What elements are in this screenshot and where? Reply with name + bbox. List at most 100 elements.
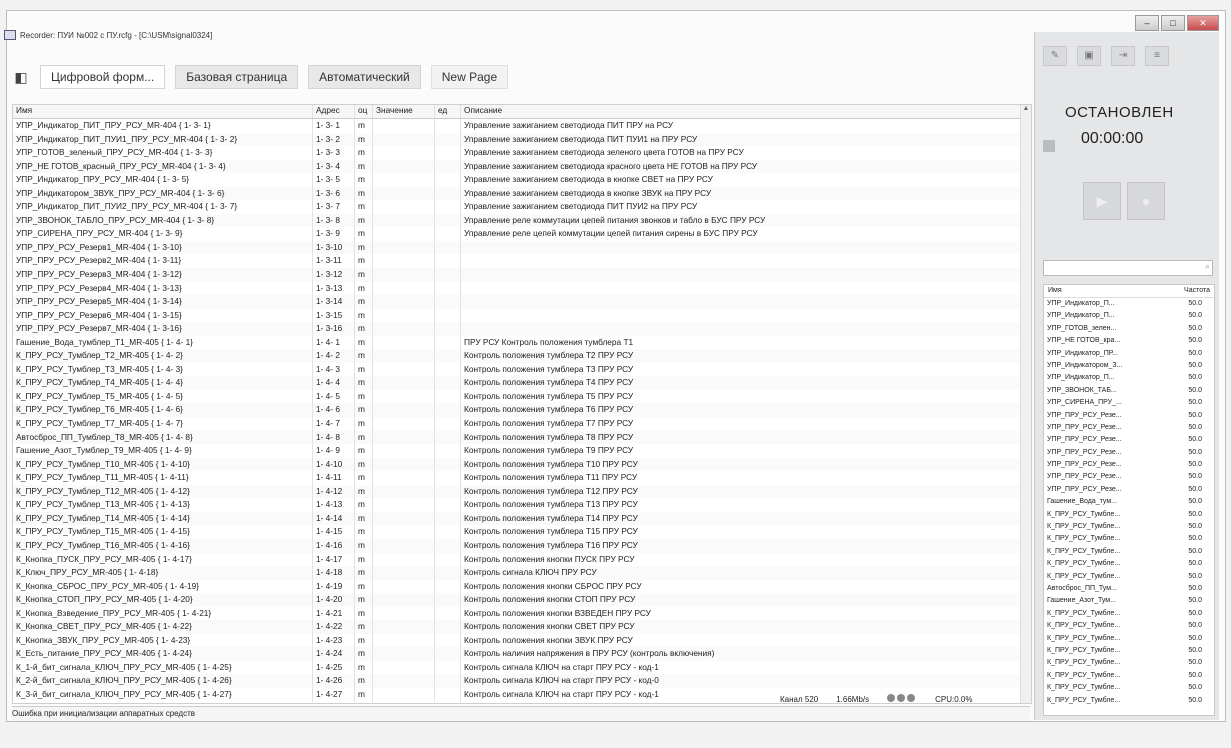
table-row[interactable]: УПР_ПРУ_РСУ_Резерв5_MR-404 { 1- 3-14} 1- … (13, 295, 1031, 309)
record-button[interactable]: ● (1127, 182, 1165, 220)
table-row[interactable]: К_2-й_бит_сигнала_КЛЮЧ_ПРУ_РСУ_MR-405 { … (13, 674, 1031, 688)
table-row[interactable]: К_Кнопка_СБРОС_ПРУ_РСУ_MR-405 { 1- 4-19}… (13, 579, 1031, 594)
list-item[interactable]: К_ПРУ_РСУ_Тумбле... 50.0 (1044, 695, 1214, 707)
list-item[interactable]: К_ПРУ_РСУ_Тумбле... 50.0 (1044, 633, 1214, 645)
list-item[interactable]: УПР_ЗВОНОК_ТАБ... 50.0 (1044, 385, 1214, 397)
list-item[interactable]: К_ПРУ_РСУ_Тумбле... 50.0 (1044, 670, 1214, 682)
tab-automatic[interactable]: Автоматический (308, 65, 421, 89)
list-item[interactable]: К_ПРУ_РСУ_Тумбле... 50.0 (1044, 620, 1214, 632)
table-row[interactable]: УПР_Индикатор_ПИТ_ПУИ1_ПРУ_РСУ_MR-404 { … (13, 132, 1031, 147)
close-button[interactable]: ✕ (1187, 15, 1219, 31)
list-item[interactable]: Автосброс_ПП_Тум... 50.0 (1044, 583, 1214, 595)
list-item[interactable]: К_ПРУ_РСУ_Тумбле... 50.0 (1044, 608, 1214, 620)
table-row[interactable]: УПР_Индикатором_ЗВУК_ПРУ_РСУ_MR-404 { 1-… (13, 186, 1031, 201)
list-item[interactable]: К_ПРУ_РСУ_Тумбле... 50.0 (1044, 645, 1214, 657)
list-item[interactable]: К_ПРУ_РСУ_Тумбле... 50.0 (1044, 533, 1214, 545)
list-item[interactable]: УПР_ПРУ_РСУ_Резе... 50.0 (1044, 484, 1214, 496)
table-row[interactable]: К_ПРУ_РСУ_Тумблер_Т6_MR-405 { 1- 4- 6} 1-… (13, 403, 1031, 418)
list-item[interactable]: УПР_Индикатор_П... 50.0 (1044, 310, 1214, 322)
list-item[interactable]: К_ПРУ_РСУ_Тумбле... 50.0 (1044, 521, 1214, 533)
menu-icon[interactable]: ≡ (1145, 46, 1169, 66)
list-item[interactable]: УПР_Индикатор_ПР... 50.0 (1044, 348, 1214, 360)
list-item[interactable]: УПР_ГОТОВ_зелен... 50.0 (1044, 323, 1214, 335)
table-row[interactable]: УПР_ПРУ_РСУ_Резерв1_MR-404 { 1- 3-10} 1- … (13, 240, 1031, 255)
channel-list[interactable]: Имя Частота УПР_Индикатор_П... 50.0 УПР_Ин… (1043, 284, 1215, 716)
column-description-header[interactable]: Описание (461, 105, 1031, 118)
tab-digital-format[interactable]: Цифровой форм... (40, 65, 166, 89)
tab-new-page[interactable]: New Page (430, 65, 509, 89)
vertical-scrollbar[interactable]: ▲ (1020, 105, 1031, 703)
column-oc-header[interactable]: оц (355, 105, 373, 118)
table-row[interactable]: К_ПРУ_РСУ_Тумблер_Т16_MR-405 { 1- 4-16} 1… (13, 538, 1031, 553)
table-row[interactable]: УПР_Индикатор_ПИТ_ПУИ2_ПРУ_РСУ_MR-404 { … (13, 200, 1031, 214)
table-row[interactable]: К_ПРУ_РСУ_Тумблер_Т11_MR-405 { 1- 4-11} 1… (13, 471, 1031, 485)
table-row[interactable]: К_ПРУ_РСУ_Тумблер_Т12_MR-405 { 1- 4-12} 1… (13, 484, 1031, 499)
scroll-up-icon[interactable]: ▲ (1021, 105, 1031, 112)
list-item[interactable]: УПР_Индикатором_З... 50.0 (1044, 360, 1214, 372)
table-row[interactable]: УПР_НЕ ГОТОВ_красный_ПРУ_РСУ_MR-404 { 1-… (13, 159, 1031, 174)
column-name-header[interactable]: Имя (13, 105, 313, 118)
list-item[interactable]: Гашение_Вода_тум... 50.0 (1044, 496, 1214, 508)
list-item[interactable]: К_ПРУ_РСУ_Тумбле... 50.0 (1044, 682, 1214, 694)
table-row[interactable]: К_ПРУ_РСУ_Тумблер_Т2_MR-405 { 1- 4- 2} 1-… (13, 349, 1031, 363)
list-item[interactable]: УПР_ПРУ_РСУ_Резе... 50.0 (1044, 447, 1214, 459)
table-row[interactable]: К_ПРУ_РСУ_Тумблер_Т13_MR-405 { 1- 4-13} 1… (13, 498, 1031, 512)
table-row[interactable]: К_1-й_бит_сигнала_КЛЮЧ_ПРУ_РСУ_MR-405 { … (13, 660, 1031, 675)
channel-name-header[interactable]: Имя (1048, 285, 1062, 297)
table-row[interactable]: Автосброс_ПП_Тумблер_Т8_MR-405 { 1- 4- 8… (13, 430, 1031, 445)
list-item[interactable]: К_ПРУ_РСУ_Тумбле... 50.0 (1044, 657, 1214, 669)
list-item[interactable]: Гашение_Азот_Тум... 50.0 (1044, 595, 1214, 607)
table-row[interactable]: К_Кнопка_ЗВУК_ПРУ_РСУ_MR-405 { 1- 4-23} 1… (13, 633, 1031, 648)
channel-search-input[interactable]: ⌕ (1043, 260, 1213, 276)
column-address-header[interactable]: Адрес (313, 105, 355, 118)
table-row[interactable]: УПР_СИРЕНА_ПРУ_РСУ_MR-404 { 1- 3- 9} 1- 3… (13, 227, 1031, 241)
minimize-button[interactable]: – (1135, 15, 1159, 31)
table-row[interactable]: УПР_Индикатор_ПИТ_ПРУ_РСУ_MR-404 { 1- 3-… (13, 119, 1031, 133)
table-row[interactable]: К_Кнопка_Взведение_ПРУ_РСУ_MR-405 { 1- 4… (13, 606, 1031, 621)
table-row[interactable]: К_ПРУ_РСУ_Тумблер_Т10_MR-405 { 1- 4-10} 1… (13, 457, 1031, 472)
list-item[interactable]: УПР_ПРУ_РСУ_Резе... 50.0 (1044, 434, 1214, 446)
list-item[interactable]: УПР_Индикатор_П... 50.0 (1044, 298, 1214, 310)
list-item[interactable]: К_ПРУ_РСУ_Тумбле... 50.0 (1044, 558, 1214, 570)
list-item[interactable]: УПР_Индикатор_П... 50.0 (1044, 372, 1214, 384)
column-unit-header[interactable]: ед (435, 105, 461, 118)
table-row[interactable]: УПР_ПРУ_РСУ_Резерв2_MR-404 { 1- 3-11} 1- … (13, 254, 1031, 269)
table-row[interactable]: УПР_ЗВОНОК_ТАБЛО_ПРУ_РСУ_MR-404 { 1- 3- … (13, 213, 1031, 228)
maximize-button[interactable]: □ (1161, 15, 1185, 31)
table-row[interactable]: УПР_ПРУ_РСУ_Резерв3_MR-404 { 1- 3-12} 1- … (13, 268, 1031, 282)
table-row[interactable]: Гашение_Вода_тумблер_Т1_MR-405 { 1- 4- 1… (13, 335, 1031, 350)
save-icon[interactable]: ▣ (1077, 46, 1101, 66)
list-item[interactable]: УПР_ПРУ_РСУ_Резе... 50.0 (1044, 422, 1214, 434)
export-icon[interactable]: ⇥ (1111, 46, 1135, 66)
column-value-header[interactable]: Значение (373, 105, 435, 118)
list-item[interactable]: УПР_СИРЕНА_ПРУ_... 50.0 (1044, 397, 1214, 409)
table-row[interactable]: К_ПРУ_РСУ_Тумблер_Т15_MR-405 { 1- 4-15} 1… (13, 525, 1031, 539)
table-row[interactable]: К_ПРУ_РСУ_Тумблер_Т4_MR-405 { 1- 4- 4} 1-… (13, 376, 1031, 390)
table-row[interactable]: К_ПРУ_РСУ_Тумблер_Т14_MR-405 { 1- 4-14} 1… (13, 511, 1031, 526)
table-row[interactable]: К_Кнопка_СТОП_ПРУ_РСУ_MR-405 { 1- 4-20} 1… (13, 593, 1031, 607)
table-row[interactable]: К_ПРУ_РСУ_Тумблер_Т7_MR-405 { 1- 4- 7} 1-… (13, 417, 1031, 431)
table-row[interactable]: Гашение_Азот_Тумблер_Т9_MR-405 { 1- 4- 9… (13, 444, 1031, 458)
play-button[interactable]: ▶ (1083, 182, 1121, 220)
table-row[interactable]: УПР_ГОТОВ_зеленый_ПРУ_РСУ_MR-404 { 1- 3-… (13, 146, 1031, 160)
table-row[interactable]: К_Есть_питание_ПРУ_РСУ_MR-405 { 1- 4-24}… (13, 647, 1031, 661)
settings-icon[interactable]: ✎ (1043, 46, 1067, 66)
list-item[interactable]: УПР_ПРУ_РСУ_Резе... 50.0 (1044, 471, 1214, 483)
list-item[interactable]: УПР_ПРУ_РСУ_Резе... 50.0 (1044, 410, 1214, 422)
table-row[interactable]: К_ПРУ_РСУ_Тумблер_Т3_MR-405 { 1- 4- 3} 1-… (13, 362, 1031, 377)
channel-rate-header[interactable]: Частота (1184, 285, 1210, 297)
tab-base-page[interactable]: Базовая страница (175, 65, 299, 89)
table-row[interactable]: К_Ключ_ПРУ_РСУ_MR-405 { 1- 4-18} 1- 4-18 m… (13, 566, 1031, 580)
list-item[interactable]: К_ПРУ_РСУ_Тумбле... 50.0 (1044, 571, 1214, 583)
table-row[interactable]: УПР_ПРУ_РСУ_Резерв7_MR-404 { 1- 3-16} 1- … (13, 322, 1031, 336)
list-item[interactable]: К_ПРУ_РСУ_Тумбле... 50.0 (1044, 509, 1214, 521)
signal-table[interactable]: Имя Адрес оц Значение ед Описание УПР_Ин… (12, 104, 1032, 704)
list-item[interactable]: УПР_ПРУ_РСУ_Резе... 50.0 (1044, 459, 1214, 471)
table-row[interactable]: УПР_ПРУ_РСУ_Резерв4_MR-404 { 1- 3-13} 1- … (13, 281, 1031, 296)
table-row[interactable]: К_Кнопка_СВЕТ_ПРУ_РСУ_MR-405 { 1- 4-22} 1… (13, 620, 1031, 634)
table-row[interactable]: К_Кнопка_ПУСК_ПРУ_РСУ_MR-405 { 1- 4-17} 1… (13, 552, 1031, 567)
list-item[interactable]: УПР_НЕ ГОТОВ_кра... 50.0 (1044, 335, 1214, 347)
table-row[interactable]: УПР_Индикатор_ПРУ_РСУ_MR-404 { 1- 3- 5} 1… (13, 173, 1031, 187)
layout-icon[interactable]: ◧ (12, 68, 30, 86)
table-row[interactable]: К_ПРУ_РСУ_Тумблер_Т5_MR-405 { 1- 4- 5} 1-… (13, 389, 1031, 404)
